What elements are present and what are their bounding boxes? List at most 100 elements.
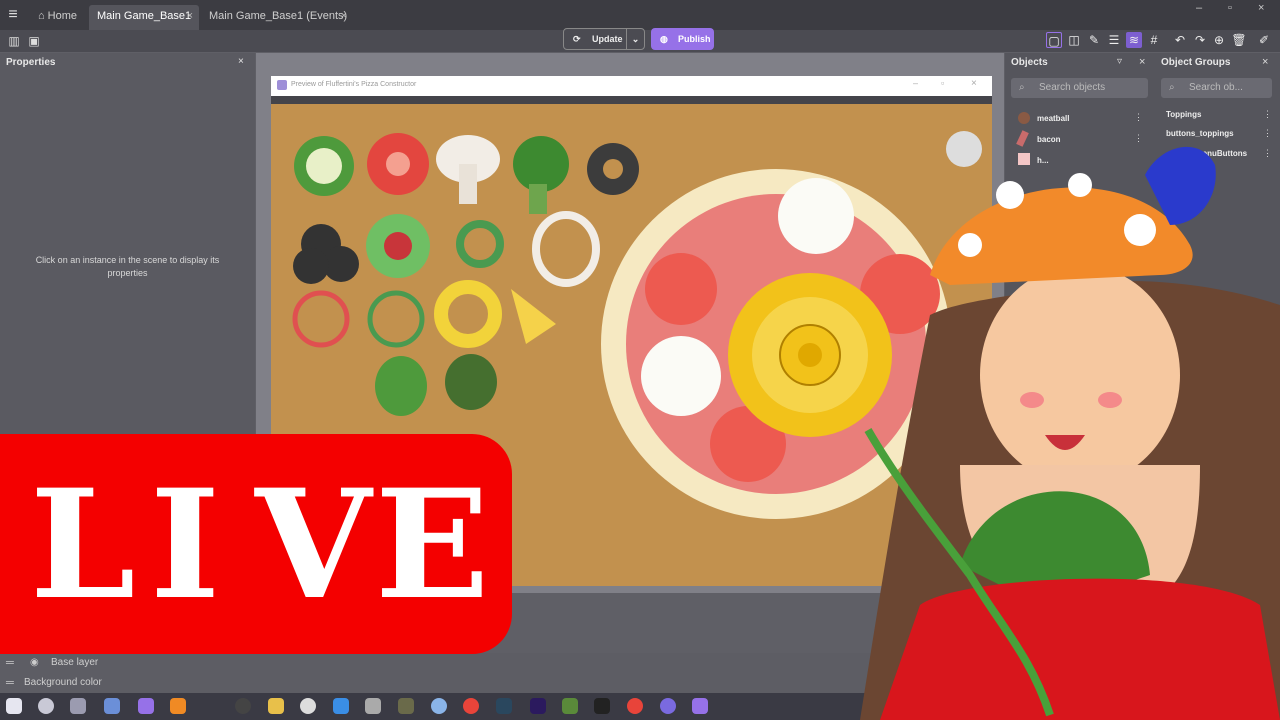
layers-panel: [0, 653, 880, 693]
preview-title: Preview of Fluffertini's Pizza Construct…: [291, 81, 417, 88]
pineapple-topping[interactable]: [434, 280, 502, 348]
app-icon[interactable]: [104, 698, 120, 714]
minimize-icon[interactable]: –: [913, 78, 918, 88]
close-icon[interactable]: ×: [1262, 56, 1268, 68]
save-icon[interactable]: ▣: [26, 33, 42, 49]
windows-start-icon[interactable]: [6, 698, 22, 714]
objects-search-input[interactable]: ⌕ Search objects: [1011, 78, 1148, 98]
layers-icon[interactable]: ◫: [1066, 32, 1082, 48]
peas-topping[interactable]: [456, 220, 504, 268]
close-icon[interactable]: ×: [187, 5, 193, 27]
live-letter: L: [30, 457, 136, 633]
minimize-icon[interactable]: –: [1196, 2, 1202, 14]
chrome-icon[interactable]: [627, 698, 643, 714]
filter-icon[interactable]: ▿: [1117, 56, 1122, 67]
background-color-label[interactable]: Background color: [24, 677, 102, 688]
properties-message: Click on an instance in the scene to dis…: [35, 255, 220, 278]
object-icon[interactable]: ▢: [1046, 32, 1062, 48]
app-icon[interactable]: [398, 698, 414, 714]
home-icon: ⌂: [38, 10, 45, 22]
red-pepper-topping[interactable]: [292, 290, 350, 348]
app-icon[interactable]: [365, 698, 381, 714]
close-icon[interactable]: ×: [971, 78, 977, 89]
tomato-slice: [645, 253, 717, 325]
gdevelop-icon[interactable]: [692, 698, 708, 714]
redo-icon[interactable]: ↷: [1192, 32, 1208, 48]
list-icon[interactable]: ☰: [1106, 32, 1122, 48]
notes-icon[interactable]: ✐: [1256, 32, 1272, 48]
cheese-topping[interactable]: [511, 289, 556, 344]
meatball-icon: [1018, 112, 1030, 124]
green-pepper-rings-topping[interactable]: [367, 290, 425, 348]
steam-icon[interactable]: [496, 698, 512, 714]
base-layer-label[interactable]: Base layer: [51, 657, 98, 668]
vlc-icon[interactable]: [170, 698, 186, 714]
mozzarella: [641, 336, 721, 416]
maximize-icon[interactable]: ▫: [1228, 2, 1232, 14]
update-button[interactable]: ⟳ Update ⌄: [563, 28, 645, 50]
tab-events[interactable]: Main Game_Base1 (Events) ×: [201, 5, 353, 30]
objects-title: Objects: [1011, 57, 1048, 68]
close-icon[interactable]: ×: [1139, 56, 1145, 68]
properties-title: Properties: [6, 57, 56, 68]
refresh-icon: ⟳: [573, 34, 581, 44]
app-icon[interactable]: [594, 698, 610, 714]
app-logo-icon: [277, 80, 287, 90]
tab-home-label: Home: [47, 10, 77, 22]
close-icon[interactable]: ×: [238, 56, 244, 67]
update-label: Update: [592, 34, 623, 44]
edit-icon[interactable]: ✎: [1086, 32, 1102, 48]
drag-handle-icon[interactable]: ═: [6, 677, 14, 689]
broccoli-topping[interactable]: [513, 136, 569, 192]
objects-search-placeholder: Search objects: [1039, 82, 1106, 93]
trash-icon[interactable]: 🗑: [1231, 32, 1247, 48]
close-icon[interactable]: ×: [341, 5, 347, 27]
tab-main-game-label: Main Game_Base1: [97, 10, 192, 22]
undo-icon[interactable]: ↶: [1172, 32, 1188, 48]
publish-label: Publish: [678, 34, 711, 44]
gdevelop-icon[interactable]: [138, 698, 154, 714]
app-icon[interactable]: [333, 698, 349, 714]
app-icon[interactable]: [562, 698, 578, 714]
more-icon[interactable]: ⋮: [1263, 109, 1272, 120]
search-icon[interactable]: [38, 698, 54, 714]
maximize-icon[interactable]: ▫: [941, 78, 944, 88]
groups-search-input[interactable]: ⌕ Search ob...: [1161, 78, 1272, 98]
visibility-icon[interactable]: ◉: [30, 657, 39, 668]
groups-search-placeholder: Search ob...: [1189, 82, 1243, 93]
folder-icon[interactable]: [268, 698, 284, 714]
flower-stem: [864, 427, 1054, 717]
object-groups-title: Object Groups: [1161, 57, 1231, 68]
object-item-meatball[interactable]: meatball: [1037, 114, 1069, 123]
tab-main-game[interactable]: Main Game_Base1 ×: [89, 5, 199, 30]
spinach-topping[interactable]: [445, 354, 497, 410]
tab-home[interactable]: ⌂ Home: [30, 5, 88, 30]
close-window-icon[interactable]: ×: [1258, 2, 1264, 14]
zoom-icon[interactable]: ⊕: [1211, 32, 1227, 48]
publish-button[interactable]: ◍ Publish: [651, 28, 714, 50]
live-letter: I: [150, 457, 221, 633]
onion-topping[interactable]: [532, 211, 600, 287]
drag-handle-icon[interactable]: ═: [6, 657, 14, 669]
stack-icon[interactable]: ≋: [1126, 32, 1142, 48]
tab-events-label: Main Game_Base1 (Events): [209, 10, 348, 22]
hamburger-menu-icon[interactable]: ≡: [4, 6, 22, 24]
basil-topping[interactable]: [375, 356, 427, 416]
live-letter: E: [375, 457, 490, 633]
preview-bar: [271, 96, 992, 104]
task-view-icon[interactable]: [70, 698, 86, 714]
chrome-icon[interactable]: [463, 698, 479, 714]
premiere-icon[interactable]: [530, 698, 546, 714]
chevron-down-icon[interactable]: ⌄: [626, 29, 644, 49]
search-icon: ⌕: [1019, 82, 1025, 93]
app-icon[interactable]: [300, 698, 316, 714]
app-icon[interactable]: [431, 698, 447, 714]
search-icon: ⌕: [1169, 82, 1175, 93]
discord-icon[interactable]: [660, 698, 676, 714]
grid-icon[interactable]: #: [1146, 32, 1162, 48]
more-icon[interactable]: ⋮: [1134, 112, 1143, 123]
panels-icon[interactable]: ▥: [6, 33, 22, 49]
obs-icon[interactable]: [235, 698, 251, 714]
globe-icon: ◍: [660, 34, 668, 44]
group-item-toppings[interactable]: Toppings: [1166, 110, 1201, 119]
